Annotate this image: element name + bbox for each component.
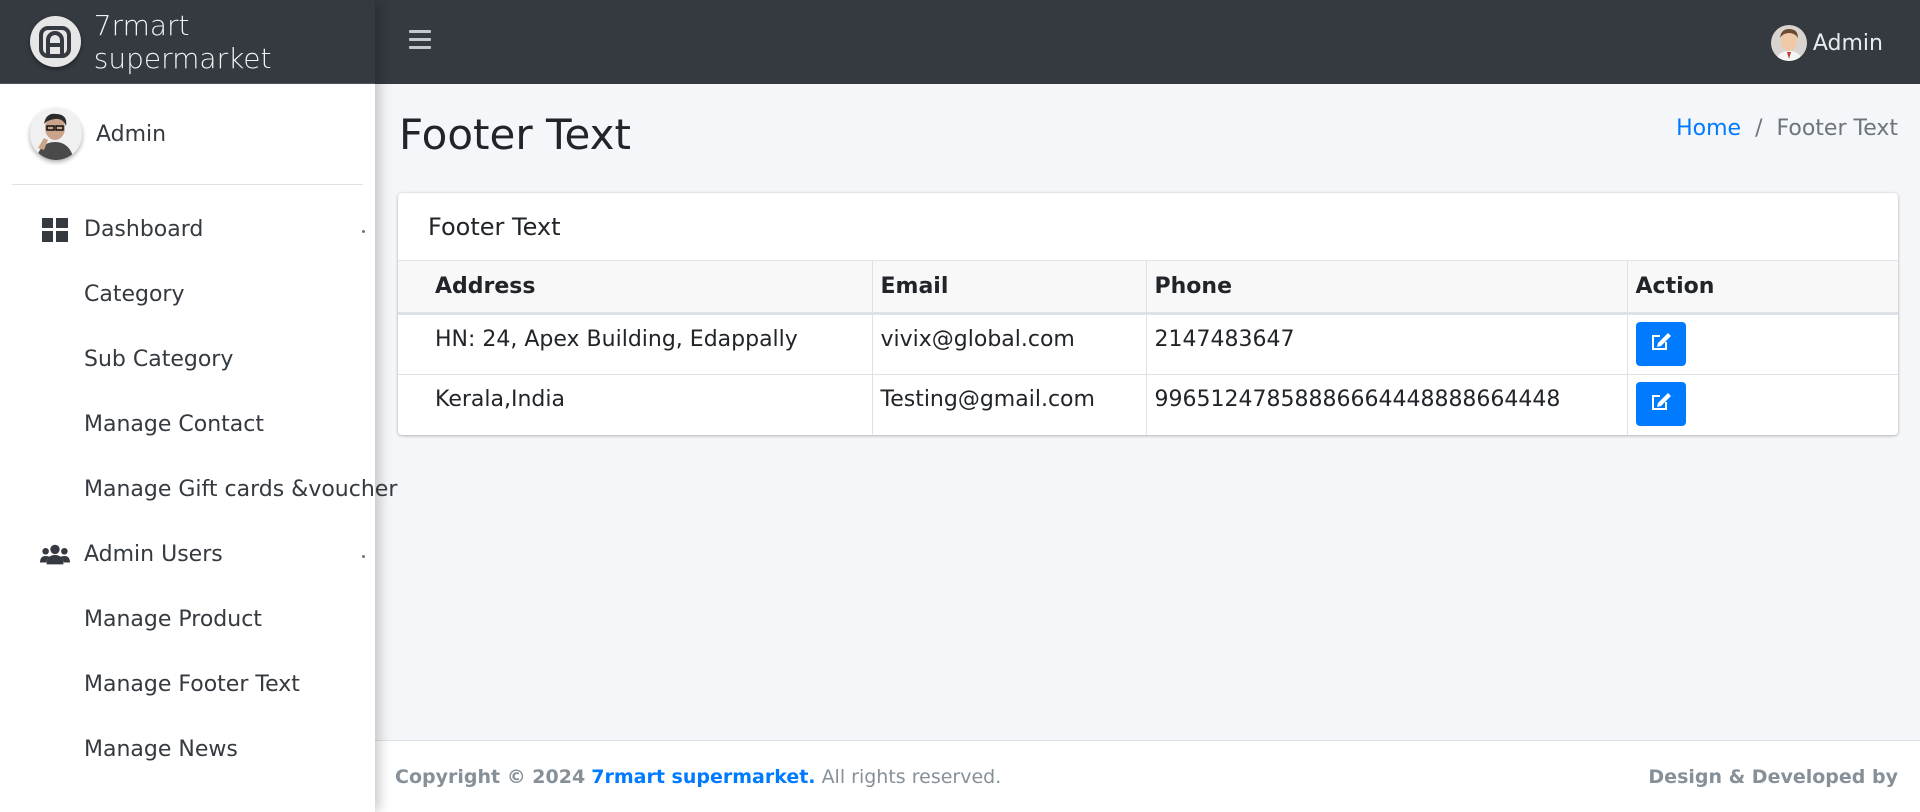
- brand-link[interactable]: 7rmart supermarket: [0, 0, 375, 84]
- edit-button[interactable]: [1635, 381, 1686, 426]
- brand-logo-icon: [30, 16, 81, 67]
- column-header-email: Email: [872, 261, 1147, 315]
- brand-name: 7rmart supermarket: [93, 8, 272, 75]
- cell-action: [1627, 312, 1898, 374]
- main-sidebar: 7rmart supermarket Admin Dashboard Categ…: [0, 0, 397, 812]
- cell-action: [1627, 373, 1898, 435]
- breadcrumb-home-link[interactable]: Home: [1676, 116, 1741, 141]
- breadcrumb-separator: /: [1755, 116, 1763, 141]
- sidebar-item-label: Dashboard: [84, 217, 204, 242]
- avatar: [1770, 25, 1807, 61]
- footer-brand-link[interactable]: 7rmart supermarket.: [591, 766, 815, 788]
- sidebar-item-manage-contact[interactable]: Manage Contact: [0, 392, 375, 457]
- breadcrumb-current: Footer Text: [1776, 116, 1898, 141]
- users-icon: [40, 542, 70, 568]
- cell-email: vivix@global.com: [872, 312, 1147, 374]
- top-navbar: Admin: [375, 0, 1920, 84]
- sidebar-item-label: Category: [84, 282, 185, 307]
- footer-credit: Design & Developed by: [1648, 765, 1898, 788]
- main-footer: Copyright © 2024 7rmart supermarket. All…: [375, 740, 1920, 812]
- sidebar-item-manage-product[interactable]: Manage Product: [0, 587, 375, 652]
- edit-icon: [1649, 330, 1673, 358]
- chevron-left-icon: [362, 554, 365, 558]
- footer-copyright-prefix: Copyright © 2024: [395, 765, 586, 788]
- sidebar-item-label: Manage Product: [84, 607, 262, 632]
- sidebar-item-label: Admin Users: [84, 542, 223, 567]
- sidebar-item-label: Manage Contact: [84, 412, 264, 437]
- menu-toggle-icon[interactable]: [409, 30, 431, 50]
- sidebar-item-dashboard[interactable]: Dashboard: [0, 197, 375, 262]
- cell-address: Kerala,India: [398, 373, 873, 435]
- footer-text-card: Footer Text Address Email Phone Action H…: [398, 193, 1898, 435]
- sidebar-nav: Dashboard Category Sub Category Manage C…: [0, 185, 397, 782]
- cell-email: Testing@gmail.com: [872, 373, 1147, 435]
- sidebar-item-label: Manage Footer Text: [84, 672, 300, 697]
- table-row: HN: 24, Apex Building, Edappally vivix@g…: [398, 312, 1898, 374]
- user-menu[interactable]: Admin: [1770, 25, 1883, 61]
- table-row: Kerala,India Testing@gmail.com 996512478…: [398, 373, 1898, 435]
- breadcrumb: Home / Footer Text: [1676, 116, 1898, 141]
- footer-text-table: Address Email Phone Action HN: 24, Apex …: [398, 261, 1898, 435]
- sidebar-item-label: Manage News: [84, 737, 238, 762]
- sidebar-item-manage-gift-cards[interactable]: Manage Gift cards &voucher: [0, 457, 397, 522]
- table-header-row: Address Email Phone Action: [398, 261, 1898, 315]
- column-header-action: Action: [1627, 261, 1898, 315]
- column-header-address: Address: [398, 261, 873, 315]
- edit-button[interactable]: [1635, 321, 1686, 366]
- cell-phone: 2147483647: [1146, 312, 1628, 374]
- footer-copyright: Copyright © 2024 7rmart supermarket. All…: [395, 766, 1001, 788]
- sidebar-user-panel[interactable]: Admin: [12, 84, 363, 185]
- cell-address: HN: 24, Apex Building, Edappally: [398, 312, 873, 374]
- cell-phone: 99651247858886664448888664448: [1146, 373, 1628, 435]
- column-header-phone: Phone: [1146, 261, 1628, 315]
- sidebar-item-admin-users[interactable]: Admin Users: [0, 522, 375, 587]
- top-user-name: Admin: [1812, 30, 1883, 56]
- avatar: [30, 108, 82, 160]
- sidebar-item-manage-news[interactable]: Manage News: [0, 717, 375, 782]
- sidebar-item-label: Sub Category: [84, 347, 234, 372]
- card-title: Footer Text: [398, 193, 1898, 261]
- sidebar-user-name: Admin: [96, 121, 167, 147]
- sidebar-item-category[interactable]: Category: [0, 262, 375, 327]
- page-title: Footer Text: [399, 110, 631, 159]
- dashboard-icon: [40, 217, 70, 243]
- edit-icon: [1649, 390, 1673, 418]
- footer-rights: All rights reserved.: [821, 765, 1002, 788]
- chevron-left-icon: [362, 229, 365, 233]
- sidebar-item-label: Manage Gift cards &voucher: [84, 477, 398, 502]
- sidebar-item-manage-footer-text[interactable]: Manage Footer Text: [0, 652, 375, 717]
- sidebar-item-sub-category[interactable]: Sub Category: [0, 327, 375, 392]
- content-wrapper: Footer Text Home / Footer Text Footer Te…: [375, 84, 1920, 740]
